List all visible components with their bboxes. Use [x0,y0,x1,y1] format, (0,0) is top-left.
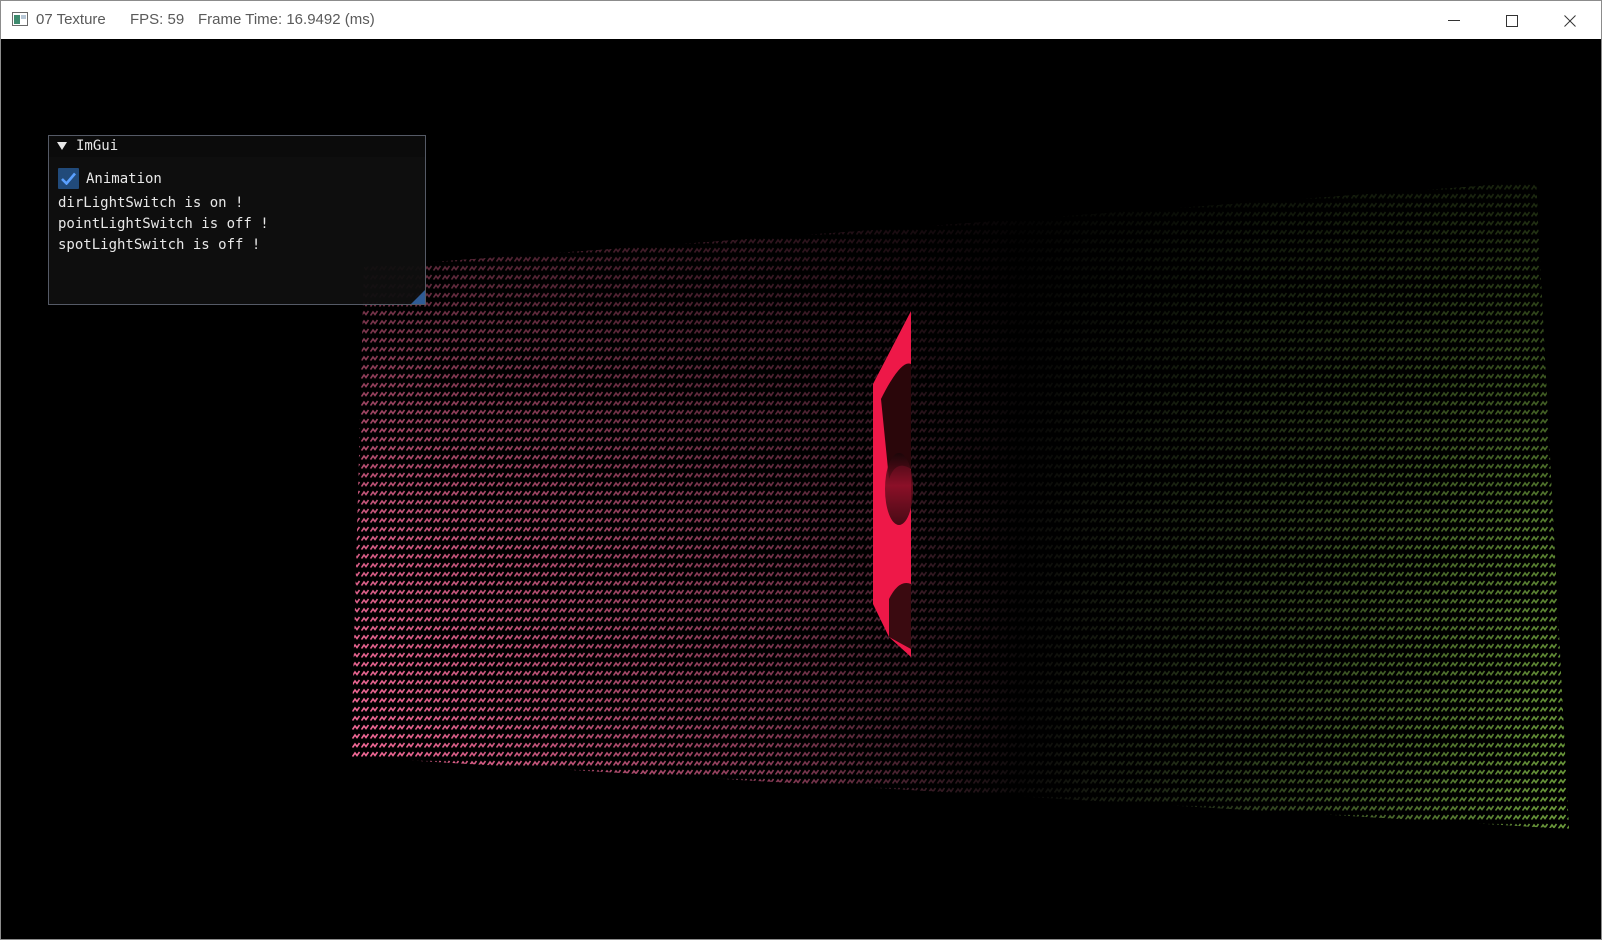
resize-grip-icon[interactable] [411,290,425,304]
animation-label[interactable]: Animation [86,171,162,187]
point-light-status: pointLightSwitch is off ! [58,216,269,232]
maximize-button[interactable] [1489,1,1535,39]
title-bar[interactable]: 07 Texture FPS: 59 Frame Time: 16.9492 (… [1,1,1601,39]
textured-floor-plane [351,182,1569,829]
maximize-icon [1506,15,1518,27]
minimize-button[interactable] [1431,1,1477,39]
imgui-title: ImGui [76,138,119,154]
frame-time-readout: Frame Time: 16.9492 (ms) [198,11,375,28]
imgui-window[interactable]: ImGui Animation dirLightSwitch is on ! p… [48,135,426,305]
dir-light-status: dirLightSwitch is on ! [58,195,244,211]
render-viewport[interactable]: ImGui Animation dirLightSwitch is on ! p… [1,39,1601,939]
fps-readout: FPS: 59 [130,11,185,28]
close-icon [1564,15,1576,27]
minimize-icon [1448,20,1460,21]
triangle-down-icon[interactable] [56,141,68,151]
spot-light-status: spotLightSwitch is off ! [58,237,261,253]
checkmark-icon [61,172,76,185]
imgui-title-bar[interactable]: ImGui [49,136,425,157]
app-window-icon [12,12,28,26]
close-button[interactable] [1547,1,1593,39]
app-window: 07 Texture FPS: 59 Frame Time: 16.9492 (… [0,0,1602,940]
window-title: 07 Texture [36,11,106,28]
animation-checkbox[interactable] [58,168,79,189]
